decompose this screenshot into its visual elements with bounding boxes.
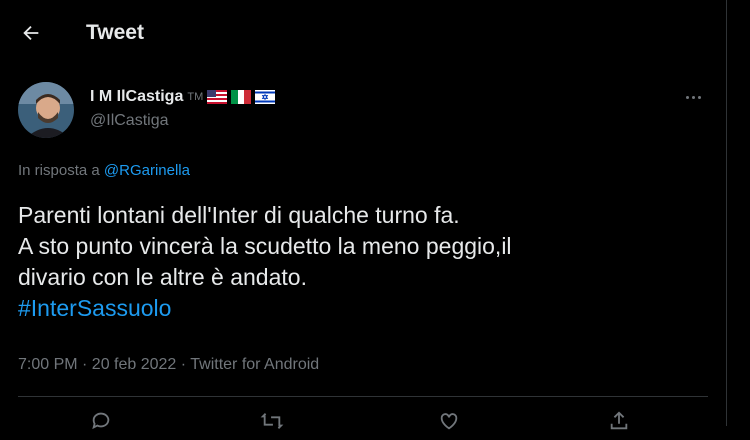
- tweet-line: Parenti lontani dell'Inter di qualche tu…: [18, 202, 460, 228]
- tweet-line: divario con le altre è andato.: [18, 264, 307, 290]
- avatar[interactable]: [18, 82, 74, 138]
- retweet-icon[interactable]: [260, 410, 286, 436]
- author-display-name[interactable]: I M IlCastiga: [90, 88, 183, 106]
- like-icon[interactable]: [438, 410, 464, 436]
- tweet-meta[interactable]: 7:00 PM · 20 feb 2022 · Twitter for Andr…: [18, 356, 319, 374]
- reply-icon[interactable]: [90, 410, 116, 436]
- trademark-mark: TM: [187, 91, 204, 103]
- tweet-line: A sto punto vincerà la scudetto la meno …: [18, 233, 512, 259]
- column-border: [726, 0, 727, 426]
- page-title: Tweet: [86, 21, 144, 44]
- reply-mention-link[interactable]: @RGarinella: [104, 162, 190, 179]
- divider: [18, 396, 708, 397]
- top-bar: Tweet: [0, 0, 726, 68]
- action-bar: [0, 410, 726, 440]
- us-flag-icon: [207, 90, 228, 104]
- reply-context: In risposta a @RGarinella: [18, 162, 190, 179]
- reply-prefix: In risposta a: [18, 162, 100, 179]
- israel-flag-icon: [255, 90, 276, 104]
- author-handle[interactable]: @IlCastiga: [90, 112, 169, 130]
- tweet-text: Parenti lontani dell'Inter di qualche tu…: [18, 200, 708, 324]
- author-name-row[interactable]: I M IlCastiga TM: [90, 88, 276, 106]
- share-icon[interactable]: [608, 410, 634, 436]
- italy-flag-icon: [231, 90, 252, 104]
- hashtag-link[interactable]: #InterSassuolo: [18, 293, 708, 324]
- back-arrow-icon[interactable]: [18, 20, 44, 46]
- more-options-icon[interactable]: [680, 84, 706, 110]
